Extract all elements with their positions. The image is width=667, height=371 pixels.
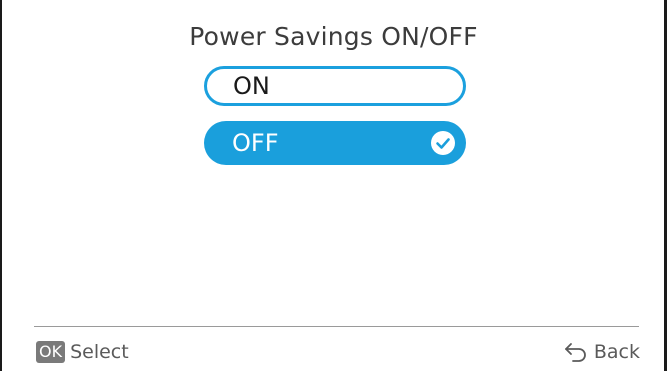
back-label: Back — [593, 341, 640, 363]
back-arrow-icon — [564, 343, 586, 362]
footer-divider — [34, 326, 639, 327]
check-circle-icon — [431, 131, 455, 155]
select-label: Select — [70, 341, 129, 363]
frame-left-edge — [0, 0, 2, 371]
option-off-label: OFF — [232, 129, 279, 157]
back-button[interactable]: Back — [564, 341, 640, 363]
ok-button-badge[interactable]: OK — [36, 341, 66, 363]
option-on[interactable]: ON — [204, 66, 466, 106]
option-off[interactable]: OFF — [204, 121, 466, 165]
option-on-label: ON — [233, 72, 270, 100]
select-hint[interactable]: OK Select — [36, 341, 129, 363]
page-title: Power Savings ON/OFF — [189, 22, 478, 51]
power-savings-screen: Power Savings ON/OFF ON OFF OK Select Ba… — [0, 0, 667, 371]
